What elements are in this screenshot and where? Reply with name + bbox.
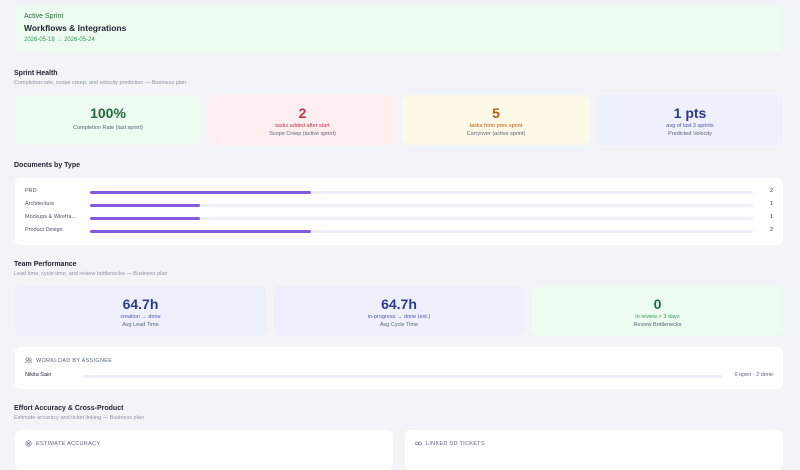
stat-detail: avg of last 3 sprints (666, 123, 714, 129)
sprint-kicker: Active Sprint (24, 13, 64, 20)
stat-label: Review Bottlenecks (633, 322, 682, 328)
doc-type-name: Architecture (25, 201, 55, 207)
assignee-summary: 0 open · 2 done (734, 372, 773, 378)
stat-label: Predicted Velocity (668, 131, 712, 137)
doc-type-count: 1 (769, 201, 773, 207)
linked-tickets-panel: LINKED SD TICKETS (405, 430, 783, 470)
workload-title: WORKLOAD BY ASSIGNEE (36, 357, 113, 364)
stat-avg-lead-time: 64.7h creation → done Avg Lead Time (15, 286, 266, 336)
stat-detail: in review > 3 days (635, 314, 680, 320)
linked-tickets-title: LINKED SD TICKETS (426, 440, 485, 447)
sprint-dates: 2026-05-18 → 2026-05-24 (24, 37, 95, 43)
doc-type-name: PRD (25, 188, 37, 194)
doc-type-row: Architecture 1 (25, 200, 773, 210)
users-icon (25, 357, 32, 364)
stat-value: 2 (298, 105, 307, 121)
doc-type-row: PRD 2 (25, 187, 773, 197)
doc-type-row: Product Design 2 (25, 226, 773, 236)
link-icon (415, 441, 422, 446)
workload-header: WORKLOAD BY ASSIGNEE (25, 357, 112, 364)
doc-type-track (90, 191, 753, 194)
team-performance-subtitle: Lead time, cycle time, and review bottle… (14, 271, 168, 277)
active-sprint-card: Active Sprint Workflows & Integrations 2… (15, 6, 783, 52)
doc-type-track (90, 217, 753, 220)
doc-type-bar (90, 217, 201, 220)
documents-title: Documents by Type (14, 162, 80, 169)
stat-value: 1 pts (673, 105, 707, 121)
stat-review-bottlenecks: 0 in review > 3 days Review Bottlenecks (532, 286, 783, 336)
stat-carryover: 5 tasks from prev sprint Carryover (acti… (403, 95, 589, 145)
stat-label: Scope Creep (active sprint) (269, 131, 336, 137)
stat-label: Avg Lead Time (122, 322, 159, 328)
stat-detail: tasks added after start (275, 123, 330, 129)
stat-avg-cycle-time: 64.7h in-progress → done (est.) Avg Cycl… (273, 286, 525, 336)
stat-label: Avg Cycle Time (379, 322, 419, 328)
stat-predicted-velocity: 1 pts avg of last 3 sprints Predicted Ve… (597, 95, 783, 145)
estimate-accuracy-header: ESTIMATE ACCURACY (25, 440, 100, 447)
doc-type-count: 2 (769, 188, 773, 194)
estimate-accuracy-panel: ESTIMATE ACCURACY (15, 430, 393, 470)
workload-panel: WORKLOAD BY ASSIGNEE Nikita Sain 0 open … (15, 347, 783, 389)
team-performance-title: Team Performance (14, 261, 77, 268)
doc-type-name: Mockups & Wirefra... (25, 214, 77, 220)
doc-type-bar (90, 204, 201, 207)
sprint-health-title: Sprint Health (14, 70, 58, 77)
doc-type-count: 2 (769, 227, 773, 233)
stat-detail: in-progress → done (est.) (367, 314, 431, 320)
stat-label: Completion Rate (last sprint) (73, 125, 143, 131)
stat-value: 64.7h (381, 296, 417, 312)
doc-type-bar (90, 230, 311, 233)
stat-value: 5 (492, 105, 500, 121)
sprint-title: Workflows & Integrations (24, 23, 127, 33)
assignee-name: Nikita Sain (25, 372, 52, 378)
stat-detail: creation → done (120, 314, 161, 320)
stat-detail: tasks from prev sprint (469, 123, 523, 129)
sprint-health-subtitle: Completion rate, scope creep, and veloci… (14, 80, 187, 86)
stat-value: 64.7h (122, 296, 159, 312)
stat-value: 0 (653, 296, 662, 312)
doc-type-name: Product Design (25, 227, 63, 233)
doc-type-track (90, 230, 753, 233)
documents-panel: PRD 2 Architecture 1 Mockups & Wirefra..… (15, 178, 783, 245)
doc-type-count: 1 (769, 214, 773, 220)
effort-title: Effort Accuracy & Cross-Product (14, 405, 124, 412)
target-icon (25, 440, 32, 447)
doc-type-bar (90, 191, 311, 194)
stat-label: Carryover (active sprint) (466, 131, 526, 137)
linked-tickets-header: LINKED SD TICKETS (415, 440, 485, 447)
estimate-accuracy-title: ESTIMATE ACCURACY (36, 440, 101, 447)
effort-subtitle: Estimate accuracy and ticket linking — B… (14, 415, 144, 421)
stat-completion-rate: 100% Completion Rate (last sprint) (15, 95, 201, 145)
stat-scope-creep: 2 tasks added after start Scope Creep (a… (208, 95, 397, 145)
assignee-workload-bar (83, 375, 723, 378)
stat-value: 100% (90, 105, 126, 121)
doc-type-row: Mockups & Wirefra... 1 (25, 213, 773, 223)
doc-type-track (90, 204, 753, 207)
